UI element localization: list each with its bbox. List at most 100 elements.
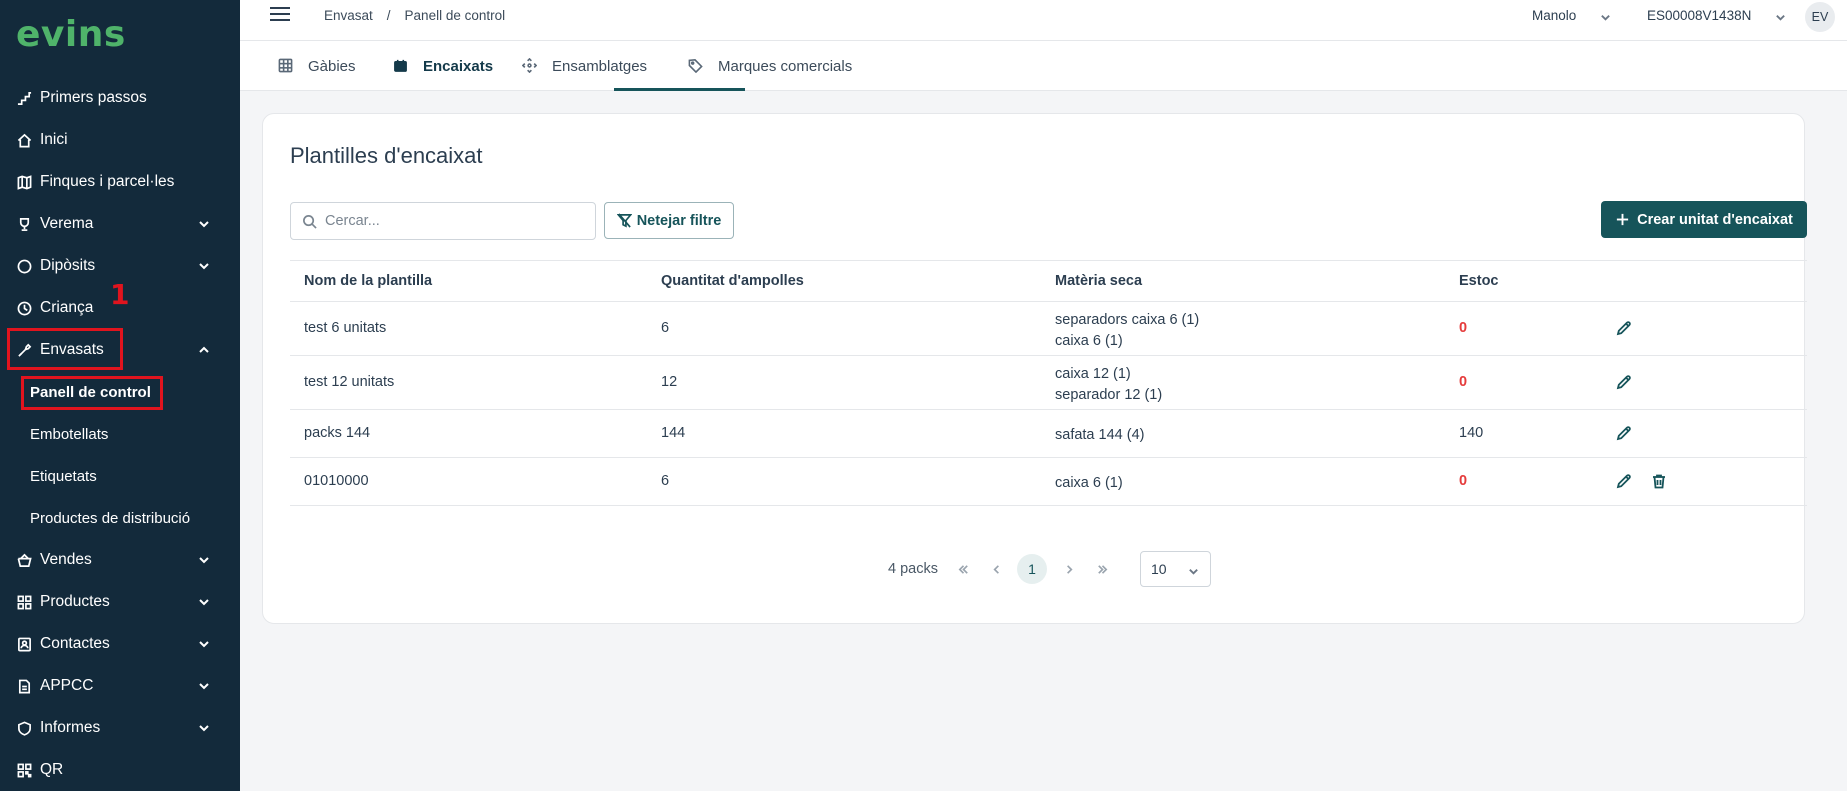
- page-button-current[interactable]: 1: [1017, 554, 1047, 584]
- sidebar-item-label: Informes: [40, 719, 101, 736]
- breadcrumb-separator: /: [386, 8, 391, 23]
- tab-label: Gàbies: [308, 57, 356, 75]
- sidebar-item-label: Primers passos: [40, 89, 147, 106]
- tab-gabies[interactable]: Gàbies: [278, 41, 356, 91]
- sidebar-subitem-panell-de-control[interactable]: Panell de control: [0, 371, 240, 413]
- clear-filter-button[interactable]: Netejar filtre: [604, 202, 734, 239]
- table-row[interactable]: test 6 unitats 6 separadors caixa 6 (1) cai…: [290, 302, 1807, 356]
- chevron-up-icon: [198, 343, 210, 355]
- next-page-icon[interactable]: [1054, 554, 1084, 584]
- cell-dry-matter: safata 144 (4): [1055, 425, 1144, 446]
- table-row[interactable]: 01010000 6 caixa 6 (1) 0: [290, 458, 1807, 506]
- edit-icon[interactable]: [1616, 473, 1634, 491]
- sidebar-item-contactes[interactable]: Contactes: [0, 623, 240, 665]
- edit-icon[interactable]: [1616, 374, 1634, 392]
- qr-icon: [16, 762, 33, 779]
- grid-icon: [16, 594, 33, 611]
- chevron-down-icon: [1775, 11, 1785, 22]
- sidebar-item-envasats[interactable]: Envasats: [0, 329, 240, 371]
- search-icon: [302, 214, 317, 229]
- breadcrumb-item-current: Panell de control: [404, 8, 506, 23]
- page-size-value: 10: [1151, 561, 1167, 577]
- cell-bottle-quantity: 144: [661, 425, 686, 441]
- edit-icon[interactable]: [1616, 320, 1634, 338]
- sidebar-item-appcc[interactable]: APPCC: [0, 665, 240, 707]
- user-menu[interactable]: Manolo: [1532, 8, 1610, 23]
- user-name: Manolo: [1532, 8, 1577, 23]
- bottle-icon: [16, 342, 33, 359]
- sidebar-item-label: QR: [40, 761, 64, 778]
- delete-icon[interactable]: [1651, 473, 1669, 491]
- sidebar-item-verema[interactable]: Verema: [0, 203, 240, 245]
- tab-encaixats[interactable]: Encaixats: [393, 41, 493, 91]
- menu-toggle-icon[interactable]: [270, 7, 290, 23]
- contact-icon: [16, 636, 33, 653]
- cell-bottle-quantity: 12: [661, 374, 678, 390]
- home-icon: [16, 132, 33, 149]
- last-page-icon[interactable]: [1087, 554, 1117, 584]
- basket-icon: [16, 552, 33, 569]
- cell-dry-matter: caixa 6 (1): [1055, 473, 1123, 494]
- sidebar-item-label: Contactes: [40, 635, 110, 652]
- circle-icon: [16, 258, 33, 275]
- sidebar-item-inici[interactable]: Inici: [0, 119, 240, 161]
- dry-matter-item: caixa 12 (1): [1055, 366, 1131, 382]
- column-header-dry-matter[interactable]: Matèria seca: [1055, 273, 1142, 289]
- chevron-down-icon: [198, 721, 210, 733]
- dry-matter-item: caixa 6 (1): [1055, 475, 1123, 491]
- page-size-select[interactable]: 10: [1140, 551, 1211, 587]
- sidebar-subitem-productes-de-distribuci-[interactable]: Productes de distribució: [0, 497, 240, 539]
- breadcrumb: Envasat / Panell de control: [324, 8, 505, 23]
- tab-label: Marques comercials: [718, 57, 853, 75]
- search-box: [290, 202, 596, 240]
- avatar[interactable]: EV: [1805, 2, 1835, 32]
- sidebar-subitem-embotellats[interactable]: Embotellats: [0, 413, 240, 455]
- sidebar-item-qr[interactable]: QR: [0, 749, 240, 791]
- app-logo[interactable]: evins: [16, 14, 126, 55]
- annotation-label-1: 1: [110, 278, 130, 311]
- map-icon: [16, 174, 33, 191]
- first-page-icon[interactable]: [948, 554, 978, 584]
- dry-matter-item: separador 12 (1): [1055, 387, 1163, 403]
- breadcrumb-item-envasat[interactable]: Envasat: [324, 8, 373, 23]
- cell-bottle-quantity: 6: [661, 320, 670, 336]
- tab-label: Ensamblatges: [552, 57, 648, 75]
- column-header-stock[interactable]: Estoc: [1459, 273, 1499, 289]
- move-icon: [522, 58, 538, 74]
- shield-icon: [16, 720, 33, 737]
- tab-ensamblatges[interactable]: Ensamblatges: [522, 41, 647, 91]
- table-body: test 6 unitats 6 separadors caixa 6 (1) cai…: [290, 302, 1807, 506]
- chevron-down-icon: [198, 595, 210, 607]
- cell-stock: 140: [1459, 425, 1484, 441]
- cell-dry-matter: separadors caixa 6 (1) caixa 6 (1): [1055, 310, 1199, 352]
- sidebar-item-vendes[interactable]: Vendes: [0, 539, 240, 581]
- sidebar-item-finques-i-parcel-les[interactable]: Finques i parcel·les: [0, 161, 240, 203]
- table-row[interactable]: test 12 unitats 12 caixa 12 (1) separador 1…: [290, 356, 1807, 410]
- sidebar-item-label: APPCC: [40, 677, 94, 694]
- calendar-box-icon: [393, 58, 409, 74]
- table-row[interactable]: packs 144 144 safata 144 (4) 140: [290, 410, 1807, 458]
- active-tab-indicator: [614, 88, 745, 91]
- create-packing-unit-button[interactable]: Crear unitat d'encaixat: [1601, 201, 1807, 238]
- sidebar-item-label: Dipòsits: [40, 257, 96, 274]
- cell-stock: 0: [1459, 473, 1468, 489]
- chevron-down-icon: [198, 679, 210, 691]
- pagination: 4 packs 1 10: [263, 551, 1806, 587]
- sidebar-item-label: Productes: [40, 593, 110, 610]
- column-header-name[interactable]: Nom de la plantilla: [304, 273, 432, 289]
- previous-page-icon[interactable]: [981, 554, 1011, 584]
- search-input[interactable]: [325, 213, 585, 229]
- tab-marques-comercials[interactable]: Marques comercials: [688, 41, 852, 91]
- sidebar-subitem-etiquetats[interactable]: Etiquetats: [0, 455, 240, 497]
- sidebar-item-informes[interactable]: Informes: [0, 707, 240, 749]
- create-button-label: Crear unitat d'encaixat: [1637, 211, 1793, 228]
- sidebar-item-label: Envasats: [40, 341, 104, 358]
- cell-stock: 0: [1459, 320, 1468, 336]
- edit-icon[interactable]: [1616, 425, 1634, 443]
- sidebar-nav: Primers passos Inici Finques i parcel·les V…: [0, 77, 240, 791]
- chevron-down-icon: [1600, 11, 1610, 22]
- sidebar-item-primers-passos[interactable]: Primers passos: [0, 77, 240, 119]
- org-selector[interactable]: ES00008V1438N: [1647, 8, 1785, 23]
- sidebar-item-productes[interactable]: Productes: [0, 581, 240, 623]
- column-header-quantity[interactable]: Quantitat d'ampolles: [661, 273, 804, 289]
